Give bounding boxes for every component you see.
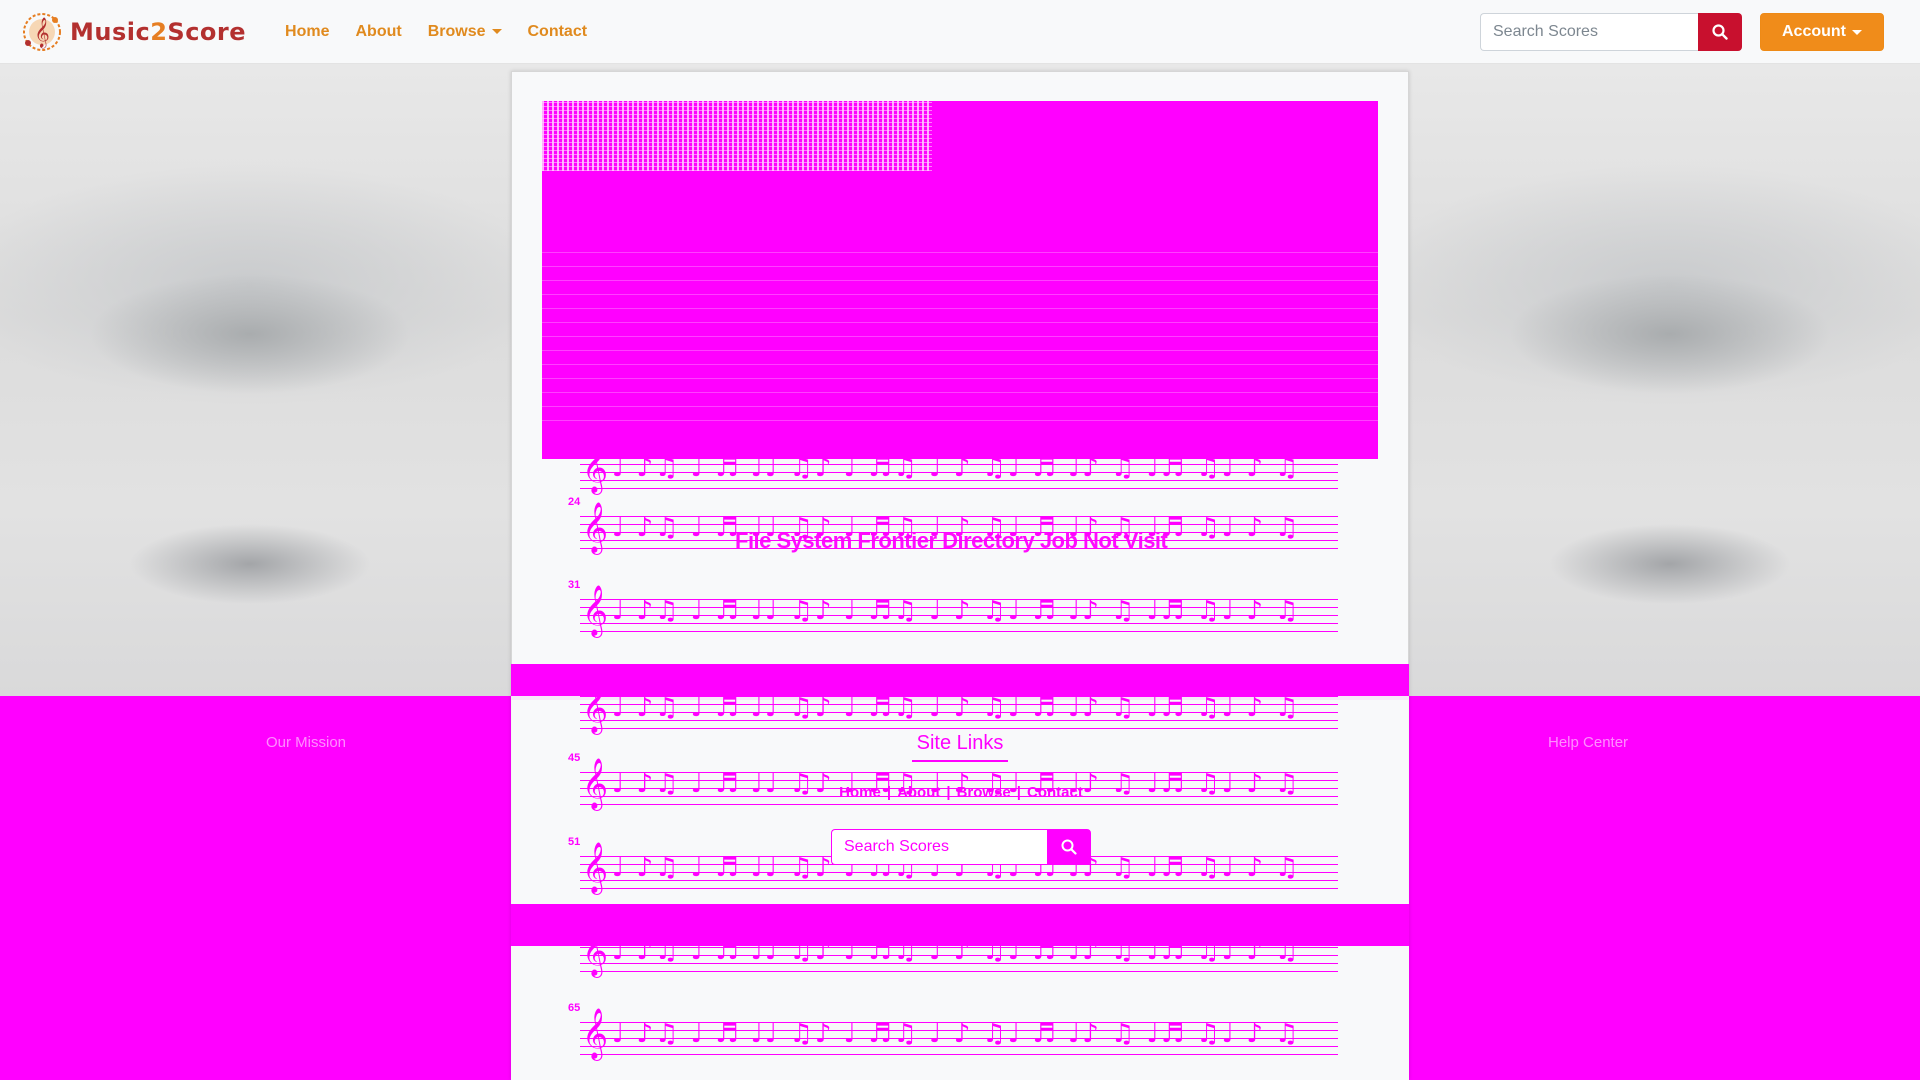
footer-separator: |: [886, 784, 892, 801]
footer-title-underline: [912, 760, 1008, 762]
footer-contact-link[interactable]: Contact: [1027, 784, 1083, 801]
treble-clef-icon: 𝄞: [582, 442, 609, 493]
hero-image: [542, 101, 1378, 459]
measure-number: 51: [568, 836, 581, 848]
treble-clef-icon: 𝄞: [582, 585, 609, 636]
measure-number: 65: [568, 1002, 581, 1014]
brand-name: Music2Score: [70, 17, 247, 46]
navbar-search: [1480, 13, 1742, 51]
nav-about-link[interactable]: About: [343, 23, 415, 41]
treble-clef-icon: 𝄞: [582, 682, 609, 733]
account-dropdown-button[interactable]: Account: [1760, 13, 1884, 51]
footer-left-heading: Our Mission: [266, 734, 347, 751]
footer-separator: |: [1016, 784, 1021, 801]
footer-separator: |: [946, 784, 951, 801]
treble-clef-icon: 𝄞: [582, 1008, 609, 1059]
staff-system: 𝄞 ♩ ♪♫ ♩ ♬ ♩♩ ♫♪ ♩ ♬♫ ♩ ♪ ♫♩ ♬ ♩♪ ♫ ♩♬ ♫…: [562, 923, 1342, 983]
chevron-down-icon: [1852, 29, 1862, 35]
staff-system: 31 𝄞 ♩ ♪♫ ♩ ♬ ♩♩ ♫♪ ♩ ♬♫ ♩ ♪ ♫♩ ♬ ♩♪ ♫ ♩…: [562, 579, 1342, 643]
footer-about-link[interactable]: About: [897, 784, 940, 801]
staff-system: 𝄞 ♩ ♪♫ ♩ ♬ ♩♩ ♫♪ ♩ ♬♫ ♩ ♪ ♫♩ ♬ ♩♪ ♫ ♩♬ ♫…: [562, 680, 1342, 740]
svg-text:𝄞: 𝄞: [34, 17, 49, 49]
hero-image-lines: [542, 241, 1378, 421]
notes: ♩ ♪♫ ♩ ♬ ♩♩ ♫♪ ♩ ♬♫ ♩ ♪ ♫♩ ♬ ♩♪ ♫ ♩♬ ♫♩ …: [612, 453, 1312, 483]
search-input[interactable]: [1480, 13, 1698, 51]
footer-search: [831, 829, 1091, 865]
nav-browse-label: Browse: [427, 22, 486, 40]
hero-image-texture: [542, 101, 932, 171]
account-label: Account: [1782, 23, 1846, 40]
search-button[interactable]: [1698, 13, 1742, 51]
notes: ♩ ♪♫ ♩ ♬ ♩♩ ♫♪ ♩ ♬♫ ♩ ♪ ♫♩ ♬ ♩♪ ♫ ♩♬ ♫♩ …: [612, 1019, 1312, 1049]
treble-clef-icon: 𝄞: [582, 925, 609, 976]
footer-right-heading: Help Center: [1548, 734, 1629, 751]
notes: ♩ ♪♫ ♩ ♬ ♩♩ ♫♪ ♩ ♬♫ ♩ ♪ ♫♩ ♬ ♩♪ ♫ ♩♬ ♫♩ …: [612, 693, 1312, 723]
treble-clef-icon: 𝄞: [582, 842, 609, 893]
score-overlay-title: File System Frontier Directory Job Not V…: [735, 528, 1168, 553]
search-icon: [1712, 24, 1728, 40]
footer-search-button[interactable]: [1047, 829, 1091, 865]
measure-number: 45: [568, 752, 581, 764]
footer-title: Site Links: [916, 732, 1004, 754]
footer-search-input[interactable]: [831, 829, 1047, 865]
search-icon: [1061, 839, 1077, 855]
notes: ♩ ♪♫ ♩ ♬ ♩♩ ♫♪ ♩ ♬♫ ♩ ♪ ♫♩ ♬ ♩♪ ♫ ♩♬ ♫♩ …: [612, 596, 1312, 626]
brand-logo-link[interactable]: 𝄞 Music2Score: [20, 10, 246, 54]
chevron-down-icon: [491, 28, 502, 34]
staff-system: 𝄞 ♩ ♪♫ ♩ ♬ ♩♩ ♫♪ ♩ ♬♫ ♩ ♪ ♫♩ ♬ ♩♪ ♫ ♩♬ ♫…: [562, 440, 1342, 500]
footer-browse-link[interactable]: Browse: [957, 784, 1011, 801]
top-navbar: 𝄞 Music2Score Home About Browse Contact …: [0, 0, 1920, 64]
treble-clef-icon: 𝄞: [582, 502, 609, 553]
notes: ♩ ♪♫ ♩ ♬ ♩♩ ♫♪ ♩ ♬♫ ♩ ♪ ♫♩ ♬ ♩♪ ♫ ♩♬ ♫♩ …: [612, 936, 1312, 966]
main-nav: Home About Browse Contact: [272, 23, 600, 41]
nav-contact-link[interactable]: Contact: [515, 23, 601, 41]
treble-clef-logo-icon: 𝄞: [23, 12, 61, 51]
footer-home-link[interactable]: Home: [839, 784, 881, 801]
footer-links: Home | About | Browse | Contact: [826, 784, 1096, 801]
nav-browse-dropdown[interactable]: Browse: [415, 23, 515, 41]
measure-number: 24: [568, 496, 581, 508]
staff-system: 65 𝄞 ♩ ♪♫ ♩ ♬ ♩♩ ♫♪ ♩ ♬♫ ♩ ♪ ♫♩ ♬ ♩♪ ♫ ♩…: [562, 1002, 1342, 1066]
nav-home-link[interactable]: Home: [272, 23, 342, 41]
measure-number: 31: [568, 579, 581, 591]
treble-clef-icon: 𝄞: [582, 758, 609, 809]
